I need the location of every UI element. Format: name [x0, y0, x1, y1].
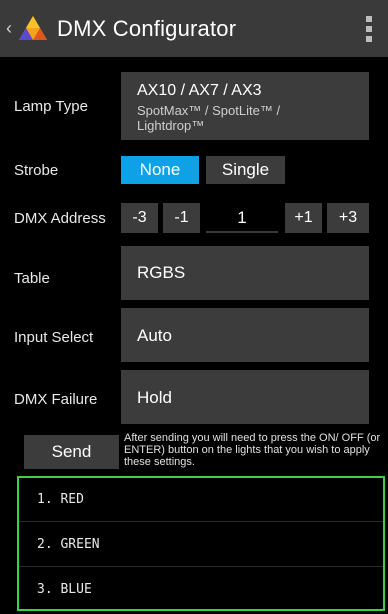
lamp-type-label: Lamp Type — [14, 98, 88, 115]
chevron-left-icon[interactable]: ‹ — [6, 19, 16, 37]
dmx-failure-label: DMX Failure — [14, 391, 98, 408]
dmx-minus3-button[interactable]: -3 — [121, 203, 158, 233]
vertical-dots-menu-icon[interactable] — [366, 16, 374, 42]
dmx-plus3-button[interactable]: +3 — [327, 203, 369, 233]
dmx-plus1-button[interactable]: +1 — [285, 203, 322, 233]
strobe-none-button[interactable]: None — [121, 156, 199, 184]
triangle-logo-icon — [19, 16, 47, 40]
input-select-selector[interactable]: Auto — [121, 308, 369, 362]
list-item[interactable]: 3. BLUE — [19, 568, 383, 612]
dmx-failure-value: Hold — [137, 388, 172, 407]
page-title: DMX Configurator — [57, 16, 237, 41]
send-instructions: After sending you will need to press the… — [124, 432, 381, 468]
lamp-type-selector[interactable]: AX10 / AX7 / AX3 SpotMax™ / SpotLite™ / … — [121, 72, 369, 140]
app-bar: ‹ DMX Configurator — [0, 0, 388, 57]
strobe-label: Strobe — [14, 162, 59, 179]
list-item[interactable]: 1. RED — [19, 478, 383, 522]
input-select-label: Input Select — [14, 329, 94, 346]
lamp-type-subvalue: SpotMax™ / SpotLite™ / Lightdrop™ — [137, 103, 281, 133]
dmx-failure-selector[interactable]: Hold — [121, 370, 369, 424]
table-value: RGBS — [137, 263, 186, 282]
color-list: 1. RED 2. GREEN 3. BLUE — [17, 476, 385, 611]
table-label: Table — [14, 270, 50, 287]
input-select-value: Auto — [137, 326, 172, 345]
strobe-single-button[interactable]: Single — [206, 156, 285, 184]
send-button[interactable]: Send — [24, 435, 119, 469]
dmx-minus1-button[interactable]: -1 — [163, 203, 200, 233]
list-item[interactable]: 2. GREEN — [19, 523, 383, 567]
lamp-type-value: AX10 / AX7 / AX3 — [137, 82, 262, 99]
dmx-address-label: DMX Address — [14, 210, 106, 227]
dmx-address-input[interactable]: 1 — [206, 203, 278, 233]
table-selector[interactable]: RGBS — [121, 246, 369, 300]
